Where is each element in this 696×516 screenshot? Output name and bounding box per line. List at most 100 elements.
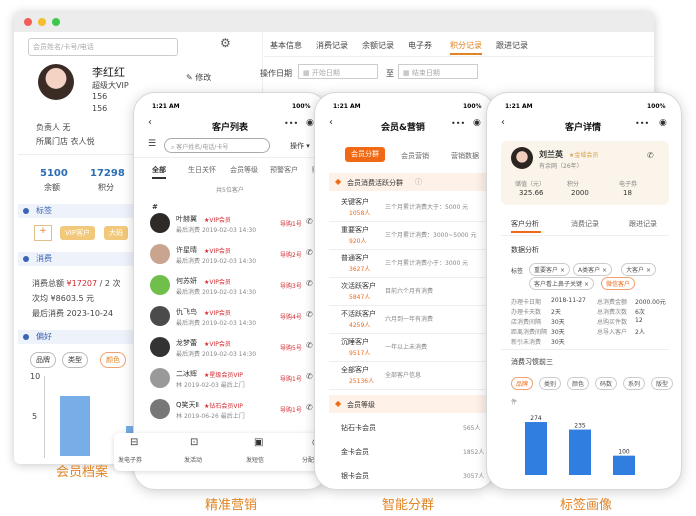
more-icon[interactable]: ••• [635,119,649,128]
group-name[interactable]: 沉睡客户 [341,337,369,347]
gear-icon[interactable]: ⚙ [220,36,231,50]
more-icon[interactable]: ••• [284,119,298,128]
coupon-icon: ⊟ [130,437,139,448]
habit-chip[interactable]: 类别 [539,377,562,390]
tab-warning[interactable]: 预警客户 [270,165,298,175]
level-name[interactable]: 金卡会员 [341,447,369,457]
phone-icon[interactable]: ✆ [306,341,313,350]
tab-member-marketing[interactable]: 会员营销 [401,151,429,161]
phone-icon[interactable]: ✆ [306,403,313,412]
tab-follow-records[interactable]: 跟进记录 [496,40,528,51]
total-label: 消费总额 [32,279,64,288]
habit-bar [613,455,635,475]
group-name[interactable]: 关键客户 [341,197,369,207]
tag-plus-size[interactable]: 大码 [104,226,128,240]
tab-member-level[interactable]: 会员等级 [230,165,258,175]
info-icon[interactable]: ⓘ [415,177,422,187]
habit-chip[interactable]: 品牌 [511,377,534,390]
close-window-button[interactable] [24,18,32,26]
group-name[interactable]: 全部客户 [341,365,369,375]
last-consume-date: 2019-02-03 14:30 [201,320,257,327]
customer-name[interactable]: 龙梦蕾 [176,338,197,348]
back-icon[interactable]: ‹ [148,117,152,128]
tab-birthday[interactable]: 生日关怀 [188,165,216,175]
detail-value: 2人 [635,329,645,336]
title-bar [14,12,654,32]
tab-all[interactable]: 全部 [152,165,166,175]
group-name[interactable]: 次活跃客户 [341,281,376,291]
pref-chip-brand[interactable]: 品牌 [30,352,56,368]
customer-search-input[interactable]: ⌕ 客户姓名/电话/卡号 [164,138,270,153]
close-icon[interactable]: × [602,267,607,274]
customer-tag[interactable]: 客户看上鼻子关键 × [529,277,594,290]
level-name[interactable]: 钻石卡会员 [341,423,376,433]
customer-name[interactable]: 许星晴 [176,245,197,255]
customer-tag[interactable]: 微信客户 [601,277,636,290]
send-coupon-button[interactable]: 发电子券 [118,455,142,464]
habit-chip[interactable]: 系列 [623,377,646,390]
target-icon[interactable]: ◉ [659,118,667,128]
back-icon[interactable]: ‹ [329,117,333,128]
level-name[interactable]: 银卡会员 [341,471,369,481]
phone-icon[interactable]: ✆ [306,279,313,288]
customer-name[interactable]: 二冰辉 [176,369,197,379]
customer-tag[interactable]: 大客户 × [621,263,656,276]
send-sms-button[interactable]: 发短信 [246,455,264,464]
phone-customer-list: 1:21 AM 100% ‹ 客户列表 ••• ◉ ☰ ⌕ 客户姓名/电话/卡号… [133,92,329,490]
close-icon[interactable]: × [584,281,589,288]
pref-chip-type[interactable]: 类型 [62,352,88,368]
send-activity-button[interactable]: 发活动 [184,455,202,464]
tab-member-group[interactable]: 会员分群 [345,147,385,162]
last-consume-label: 林 [176,413,183,420]
date-end-input[interactable]: ▦ 结束日期 [398,64,478,79]
stat-value: 2000 [571,189,589,197]
more-icon[interactable]: ••• [451,119,465,128]
group-name[interactable]: 普通客户 [341,253,369,263]
tab-consume-records[interactable]: 消费记录 [316,40,348,51]
tab-balance-records[interactable]: 余额记录 [362,40,394,51]
tab-follow-records[interactable]: 跟进记录 [629,219,657,229]
detail-key: 新引未消费 [511,339,542,346]
phone-icon[interactable]: ✆ [306,248,313,257]
close-icon[interactable]: × [646,267,651,274]
phone-icon[interactable]: ✆ [647,151,654,160]
tab-consume-records[interactable]: 消费记录 [571,219,599,229]
menu-icon[interactable]: ☰ [148,139,156,149]
detail-value: 30天 [551,319,565,326]
tab-marketing-data[interactable]: 营销数据 [451,151,479,161]
close-icon[interactable]: × [560,267,565,274]
tag-vip-customer[interactable]: VIP客户 [60,226,96,240]
maximize-window-button[interactable] [52,18,60,26]
tab-points-records[interactable]: 积分记录 [450,40,482,51]
analysis-title: 数据分析 [511,246,539,254]
customer-sub: 有余网（26年） [539,163,583,170]
customer-name[interactable]: 仇飞鸟 [176,307,197,317]
group-name[interactable]: 重要客户 [341,225,369,235]
customer-tag[interactable]: A类客户 × [573,263,613,276]
habit-chip[interactable]: 版型 [651,377,674,390]
phone-icon[interactable]: ✆ [306,310,313,319]
customer-name[interactable]: 叶赫翼 [176,214,197,224]
minimize-window-button[interactable] [38,18,46,26]
edit-button[interactable]: ✎ 修改 [186,72,211,83]
tab-customer-analysis[interactable]: 客户分析 [511,219,539,229]
customer-name[interactable]: 何苏妍 [176,276,197,286]
last-visit-label: 最后上门 [220,413,245,420]
phone-icon[interactable]: ✆ [306,217,313,226]
operate-menu[interactable]: 操作 ▾ [290,141,310,151]
habit-chip[interactable]: 码数 [595,377,618,390]
target-icon[interactable]: ◉ [306,118,314,128]
customer-tag[interactable]: 重要客户 × [529,263,570,276]
member-search-input[interactable]: 会员姓名/卡号/电话 [28,38,178,56]
tab-basic-info[interactable]: 基本信息 [270,40,302,51]
add-tag-button[interactable]: + [34,225,52,241]
habit-chip[interactable]: 颜色 [567,377,590,390]
customer-name[interactable]: Q笑天Ⅱ [176,400,199,410]
tab-coupons[interactable]: 电子券 [408,40,432,51]
back-icon[interactable]: ‹ [501,117,505,128]
target-icon[interactable]: ◉ [473,118,481,128]
group-name[interactable]: 不活跃客户 [341,309,376,319]
pref-chip-color[interactable]: 颜色 [100,352,126,368]
date-start-input[interactable]: ▦ 开始日期 [298,64,378,79]
phone-icon[interactable]: ✆ [306,372,313,381]
